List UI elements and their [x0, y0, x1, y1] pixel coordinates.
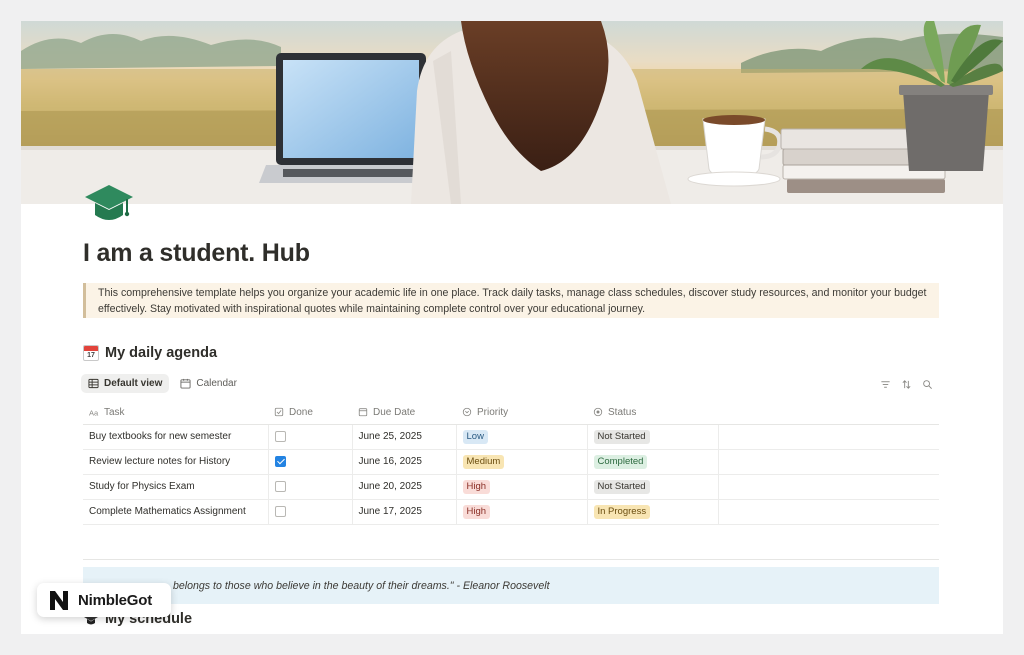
- priority-cell[interactable]: Low: [455, 424, 587, 450]
- column-header-task[interactable]: Aa Task: [83, 401, 268, 425]
- tab-calendar-label: Calendar: [196, 378, 237, 389]
- task-cell[interactable]: Review lecture notes for History: [83, 449, 268, 475]
- due-date-cell[interactable]: June 25, 2025: [351, 424, 456, 450]
- agenda-table: Aa Task Done Due Date Priority Status Bu…: [83, 401, 939, 525]
- status-tag: Not Started: [593, 479, 650, 494]
- column-header-status-label: Status: [608, 406, 637, 418]
- task-cell[interactable]: Complete Mathematics Assignment: [83, 499, 268, 525]
- status-tag: Not Started: [593, 429, 650, 444]
- done-cell[interactable]: [267, 449, 352, 475]
- status-tag: In Progress: [593, 504, 651, 519]
- view-tabs: Default view Calendar: [81, 374, 244, 393]
- due-date-cell[interactable]: June 17, 2025: [351, 499, 456, 525]
- empty-cell: [717, 499, 939, 525]
- done-checkbox[interactable]: [274, 505, 286, 517]
- agenda-heading-text: My daily agenda: [105, 345, 218, 361]
- column-header-due-date[interactable]: Due Date: [352, 401, 456, 425]
- column-header-done[interactable]: Done: [268, 401, 352, 425]
- notion-page: I am a student. Hub This comprehensive t…: [21, 21, 1003, 634]
- calendar-view-icon: [180, 378, 191, 389]
- tab-calendar[interactable]: Calendar: [173, 374, 244, 393]
- divider: [83, 559, 939, 560]
- svg-text:Aa: Aa: [89, 409, 99, 418]
- description-callout[interactable]: This comprehensive template helps you or…: [83, 283, 939, 318]
- checkbox-property-icon: [274, 408, 284, 417]
- table-header-row: Aa Task Done Due Date Priority Status: [83, 401, 939, 425]
- table-row[interactable]: Buy textbooks for new semester June 25, …: [83, 424, 939, 450]
- sort-icon[interactable]: [901, 379, 912, 390]
- priority-cell[interactable]: High: [455, 474, 587, 500]
- database-toolbar: [880, 379, 933, 390]
- priority-tag: High: [462, 504, 491, 519]
- column-header-priority[interactable]: Priority: [456, 401, 587, 425]
- done-checkbox[interactable]: [274, 455, 286, 467]
- done-checkbox[interactable]: [274, 430, 286, 442]
- calendar-icon: 17: [83, 345, 99, 361]
- nimblegot-badge[interactable]: NimbleGot: [37, 583, 171, 617]
- status-cell[interactable]: Not Started: [586, 474, 718, 500]
- agenda-heading[interactable]: 17 My daily agenda: [83, 345, 217, 361]
- column-header-status[interactable]: Status: [587, 401, 718, 425]
- status-tag: Completed: [593, 454, 648, 469]
- status-cell[interactable]: In Progress: [586, 499, 718, 525]
- done-cell[interactable]: [267, 424, 352, 450]
- filter-icon[interactable]: [880, 379, 891, 390]
- text-property-icon: Aa: [89, 409, 99, 418]
- column-header-empty: [718, 401, 939, 425]
- table-row[interactable]: Review lecture notes for History June 16…: [83, 449, 939, 475]
- due-date-cell[interactable]: June 16, 2025: [351, 449, 456, 475]
- priority-tag: Low: [462, 429, 488, 444]
- page-title[interactable]: I am a student. Hub: [83, 239, 310, 268]
- priority-tag: Medium: [462, 454, 505, 469]
- tab-default-view-label: Default view: [104, 378, 163, 389]
- select-property-icon: [462, 408, 472, 417]
- tab-default-view[interactable]: Default view: [81, 374, 170, 393]
- table-icon: [88, 378, 99, 389]
- done-cell[interactable]: [267, 474, 352, 500]
- task-cell[interactable]: Buy textbooks for new semester: [83, 424, 268, 450]
- nimblegot-label: NimbleGot: [78, 591, 153, 609]
- priority-tag: High: [462, 479, 491, 494]
- graduation-cap-icon[interactable]: [83, 181, 135, 225]
- task-cell[interactable]: Study for Physics Exam: [83, 474, 268, 500]
- empty-cell: [717, 449, 939, 475]
- empty-cell: [717, 424, 939, 450]
- date-property-icon: [358, 408, 368, 417]
- search-icon[interactable]: [922, 379, 933, 390]
- quote-callout[interactable]: belongs to those who believe in the beau…: [83, 567, 939, 604]
- empty-cell: [717, 474, 939, 500]
- priority-cell[interactable]: Medium: [455, 449, 587, 475]
- column-header-done-label: Done: [289, 406, 313, 418]
- table-row[interactable]: Study for Physics Exam June 20, 2025 Hig…: [83, 474, 939, 500]
- column-header-due-date-label: Due Date: [373, 406, 416, 418]
- priority-cell[interactable]: High: [455, 499, 587, 525]
- calendar-icon-day: 17: [87, 352, 95, 359]
- cover-image[interactable]: [21, 21, 1003, 204]
- done-cell[interactable]: [267, 499, 352, 525]
- table-row[interactable]: Complete Mathematics Assignment June 17,…: [83, 499, 939, 525]
- done-checkbox[interactable]: [274, 480, 286, 492]
- status-cell[interactable]: Completed: [586, 449, 718, 475]
- column-header-priority-label: Priority: [477, 406, 509, 418]
- column-header-task-label: Task: [104, 406, 125, 418]
- status-cell[interactable]: Not Started: [586, 424, 718, 450]
- due-date-cell[interactable]: June 20, 2025: [351, 474, 456, 500]
- status-property-icon: [593, 408, 603, 417]
- nimblegot-logo-icon: [47, 588, 71, 612]
- cover-illustration: [21, 21, 1003, 204]
